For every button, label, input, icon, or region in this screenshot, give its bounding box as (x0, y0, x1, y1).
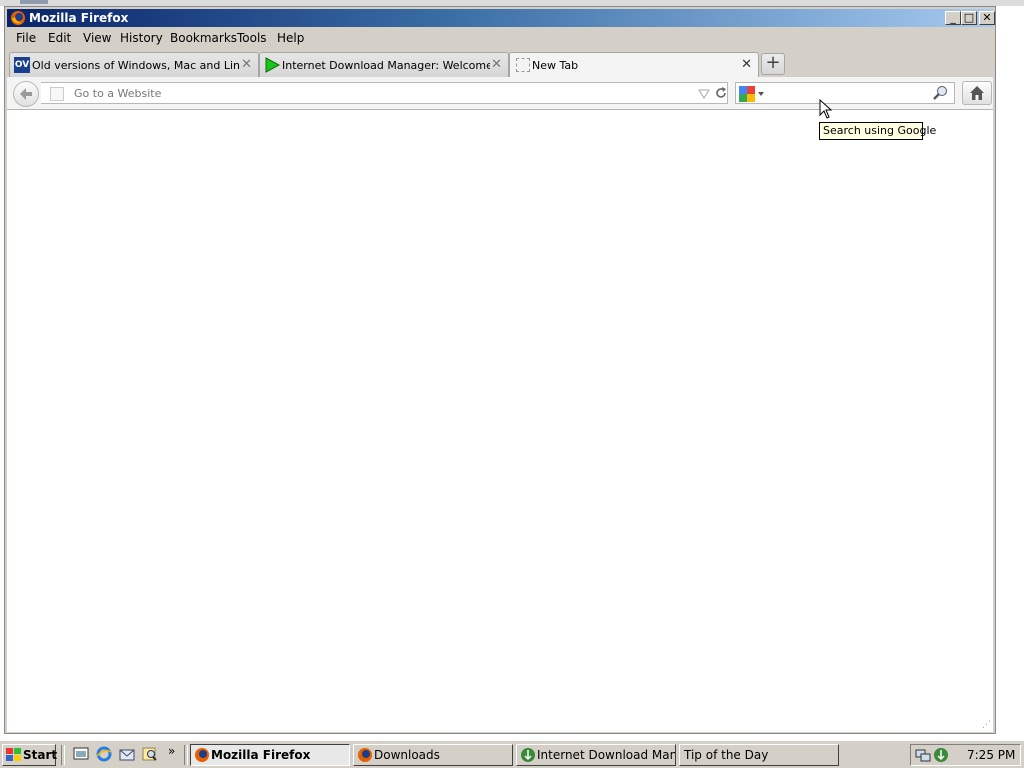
dropdown-arrow-icon[interactable] (698, 89, 710, 99)
tab-idm[interactable]: Internet Download Manager: Welcome to...… (259, 52, 509, 78)
green-arrow-icon (265, 57, 280, 73)
menu-history[interactable]: History (120, 31, 163, 45)
tab-close-icon[interactable]: ✕ (241, 57, 252, 72)
firefox-logo-icon (195, 748, 209, 762)
taskbar-separator (184, 745, 188, 765)
url-bar[interactable]: Go to a Website (41, 82, 728, 104)
tab-strip: OV Old versions of Windows, Mac and Linu… (7, 49, 993, 79)
oldversion-favicon-icon: OV (14, 57, 30, 73)
taskbar-button-tip-of-the-day[interactable]: Tip of the Day (679, 744, 839, 766)
search-tool-icon[interactable] (142, 746, 158, 762)
firefox-window: Mozilla Firefox _ □ ✕ File Edit View His… (4, 6, 996, 734)
close-button[interactable]: ✕ (979, 11, 995, 25)
title-bar[interactable]: Mozilla Firefox _ □ ✕ (7, 9, 995, 27)
windows-logo-icon (6, 748, 21, 761)
tab-label: Internet Download Manager: Welcome to... (282, 59, 490, 72)
network-icon[interactable] (915, 747, 931, 763)
window-title: Mozilla Firefox (29, 11, 129, 25)
quick-launch-more[interactable]: » (168, 744, 175, 758)
magnifier-icon[interactable] (933, 85, 949, 101)
home-icon (970, 86, 984, 100)
firefox-logo-icon (11, 11, 25, 25)
taskbar-button-label: Downloads (374, 748, 440, 762)
tab-label: Old versions of Windows, Mac and Linux .… (32, 59, 240, 72)
google-engine-icon[interactable] (739, 86, 755, 102)
idm-globe-icon (521, 748, 535, 762)
menu-bar: File Edit View History Bookmarks Tools H… (7, 29, 993, 49)
maximize-button[interactable]: □ (961, 11, 977, 25)
engine-dropdown-icon[interactable] (758, 92, 764, 96)
idm-tray-icon[interactable] (933, 747, 949, 763)
taskbar: Start » Mozilla Firefox Downloads Intern… (0, 740, 1024, 768)
search-input[interactable] (768, 85, 922, 103)
outlook-express-icon[interactable] (119, 746, 135, 762)
back-arrow-icon (20, 88, 32, 100)
show-desktop-icon[interactable] (73, 746, 89, 762)
menu-bookmarks[interactable]: Bookmarks (170, 31, 237, 45)
back-button[interactable] (13, 81, 39, 107)
tab-new-tab[interactable]: New Tab ✕ (509, 52, 759, 79)
taskbar-separator (61, 745, 65, 765)
menu-edit[interactable]: Edit (48, 31, 71, 45)
blank-page-icon (516, 58, 530, 72)
internet-explorer-icon[interactable] (96, 746, 112, 762)
navigation-toolbar: Go to a Website (7, 77, 993, 110)
menu-tools[interactable]: Tools (237, 31, 267, 45)
clock: 7:25 PM (967, 748, 1016, 762)
mouse-cursor-icon (819, 99, 833, 119)
taskbar-button-label: Tip of the Day (684, 748, 769, 762)
system-tray: 7:25 PM (910, 744, 1021, 766)
home-button[interactable] (962, 81, 992, 105)
url-placeholder: Go to a Website (74, 87, 162, 100)
tab-label: New Tab (532, 59, 579, 72)
menu-help[interactable]: Help (277, 31, 304, 45)
start-button[interactable]: Start (2, 744, 58, 766)
search-tooltip: Search using Google (819, 122, 936, 140)
menu-view[interactable]: View (83, 31, 111, 45)
taskbar-button-firefox[interactable]: Mozilla Firefox (190, 744, 350, 766)
tab-close-icon[interactable]: ✕ (491, 57, 502, 72)
site-identity-icon[interactable] (50, 87, 64, 101)
taskbar-button-label: Internet Download Mana... (537, 748, 676, 762)
minimize-button[interactable]: _ (945, 11, 961, 25)
firefox-logo-icon (358, 748, 372, 762)
tab-close-icon[interactable]: ✕ (741, 57, 752, 72)
taskbar-button-idm[interactable]: Internet Download Mana... (516, 744, 676, 766)
resize-grip-icon[interactable]: ⋰ (982, 720, 991, 730)
start-label: Start (23, 748, 58, 762)
reload-icon[interactable] (714, 86, 728, 100)
taskbar-button-label: Mozilla Firefox (211, 748, 311, 762)
menu-file[interactable]: File (16, 31, 36, 45)
tab-oldversion[interactable]: OV Old versions of Windows, Mac and Linu… (9, 52, 259, 78)
search-bar[interactable] (735, 82, 955, 104)
new-tab-button[interactable]: + (761, 53, 785, 75)
taskbar-button-downloads[interactable]: Downloads (353, 744, 513, 766)
page-content[interactable]: ⋰ (7, 110, 993, 732)
